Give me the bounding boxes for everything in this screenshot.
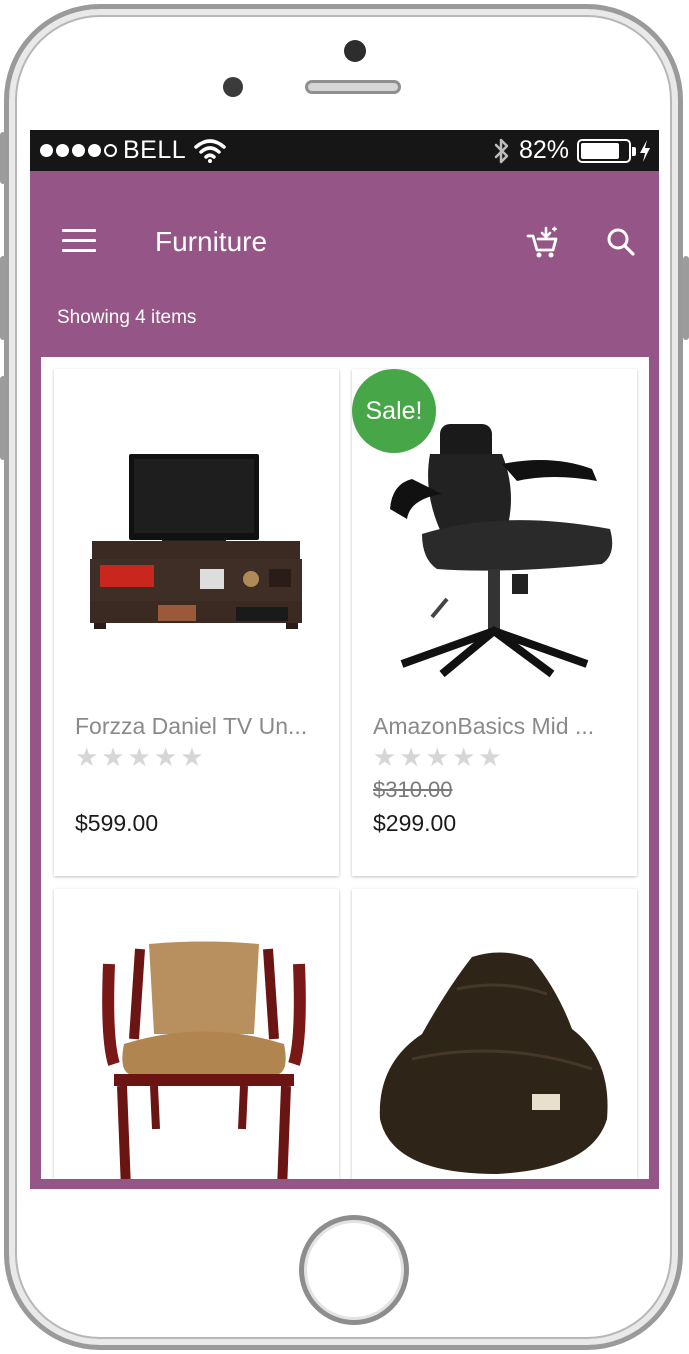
- status-bar: BELL 82%: [30, 130, 659, 171]
- page-title: Furniture: [155, 226, 268, 257]
- mute-switch: [0, 132, 6, 184]
- tv-unit-image: [90, 454, 302, 629]
- product-price: $299.00: [373, 810, 457, 836]
- product-card[interactable]: [352, 889, 637, 1179]
- carrier-name: BELL: [123, 136, 187, 164]
- star-icon: ★: [153, 742, 178, 772]
- proximity-sensor: [223, 77, 243, 97]
- battery-percentage: 82%: [518, 136, 569, 164]
- cart-icon[interactable]: [526, 226, 560, 260]
- star-icon: ★: [451, 742, 476, 772]
- product-card[interactable]: Forzza Daniel TV Un... ★ ★ ★ ★ ★ $599.00: [54, 369, 339, 876]
- star-icon: ★: [75, 742, 99, 772]
- volume-up-button: [0, 256, 6, 340]
- front-camera: [344, 40, 366, 62]
- star-icon: ★: [127, 742, 151, 772]
- star-icon: ★: [399, 742, 423, 772]
- rating-stars: ★ ★ ★ ★ ★: [373, 744, 502, 770]
- product-grid: Forzza Daniel TV Un... ★ ★ ★ ★ ★ $599.00…: [41, 357, 649, 1179]
- wifi-icon: [194, 138, 226, 163]
- item-count-label: Showing 4 items: [57, 307, 197, 328]
- product-card[interactable]: Sale! AmazonBasics Mid ... ★ ★ ★ ★ ★ $31…: [352, 369, 637, 876]
- product-name: AmazonBasics Mid ...: [373, 713, 595, 739]
- home-button[interactable]: [299, 1215, 409, 1325]
- search-icon[interactable]: [606, 227, 636, 257]
- app-screen: BELL 82% Furniture Showing 4 items Forzz…: [30, 130, 659, 1189]
- bean-bag-image: [379, 952, 608, 1174]
- battery-level-fill: [581, 142, 619, 159]
- app-bar: Furniture Showing 4 items: [30, 171, 659, 328]
- sale-badge: Sale!: [352, 369, 436, 453]
- signal-strength-icon: [40, 144, 117, 157]
- star-icon: ★: [101, 742, 125, 772]
- star-icon: ★: [180, 742, 204, 772]
- earpiece-speaker: [305, 80, 401, 94]
- rating-stars: ★ ★ ★ ★ ★: [75, 744, 204, 770]
- charging-bolt-icon: [640, 139, 650, 162]
- product-card[interactable]: [54, 889, 339, 1179]
- volume-down-button: [0, 376, 6, 460]
- star-icon: ★: [425, 742, 449, 772]
- wooden-chair-image: [102, 941, 306, 1179]
- menu-icon[interactable]: [62, 229, 96, 255]
- star-icon: ★: [478, 742, 502, 772]
- original-price: $310.00: [373, 777, 453, 802]
- power-button: [683, 256, 689, 340]
- bluetooth-icon: [494, 138, 509, 163]
- star-icon: ★: [373, 742, 397, 772]
- product-name: Forzza Daniel TV Un...: [75, 713, 308, 739]
- battery-icon: [577, 138, 636, 163]
- product-price: $599.00: [75, 810, 159, 836]
